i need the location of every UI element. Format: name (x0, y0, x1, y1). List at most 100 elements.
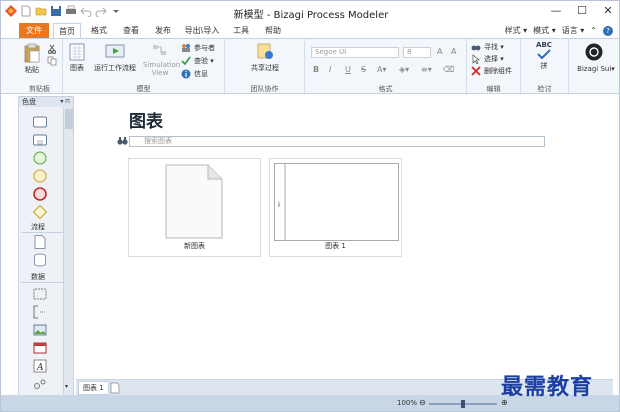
text-shape-icon[interactable]: A (33, 359, 47, 373)
copy-icon[interactable] (47, 56, 57, 66)
spelling-group: ABC 拼 检讨 (521, 39, 569, 95)
cut-icon[interactable] (47, 44, 57, 54)
end-event-icon[interactable] (33, 187, 47, 201)
paste-icon (24, 43, 40, 63)
header-shape-icon[interactable] (33, 341, 47, 355)
binoculars-icon (117, 137, 128, 145)
bizagi-suite-label[interactable]: Bizagi Sui▾ (571, 65, 619, 73)
styles-menu[interactable]: 样式 ▾ (505, 25, 528, 36)
title-bar: 新模型 - Bizagi Process Modeler — ☐ ✕ (1, 1, 619, 23)
minimize-icon[interactable]: — (543, 1, 569, 21)
font-color-icon[interactable]: A▾ (377, 65, 387, 74)
clear-format-icon[interactable]: ⌫ (443, 65, 454, 74)
simulation-view-button[interactable]: Simulation View (143, 43, 180, 77)
palette-scrollbar[interactable] (63, 107, 73, 395)
scroll-thumb[interactable] (65, 109, 73, 129)
delete-x-icon (471, 66, 481, 76)
abc-label: ABC (536, 41, 552, 49)
task-shape-icon[interactable] (33, 115, 47, 129)
spell-check-icon (537, 49, 551, 59)
new-diagram-card[interactable]: 新图表 (128, 158, 261, 257)
zoom-level: 100% (397, 399, 418, 407)
shape-palette: 色盘 ▾ ⊓ 流程 数据 A ▾ (18, 96, 74, 396)
collapse-ribbon-icon[interactable]: ⌃ (590, 26, 597, 35)
shrink-font-icon[interactable]: A (451, 47, 456, 56)
edit-group: 寻找 ▾ 选择 ▾ 删除组件 编辑 (467, 39, 521, 95)
tab-publish[interactable]: 发布 (149, 23, 177, 38)
diagram-icon (69, 43, 85, 61)
clipboard-group: 粘贴 剪贴板 (17, 39, 63, 95)
find-button[interactable]: 寻找 ▾ (471, 42, 504, 52)
tab-view[interactable]: 查看 (117, 23, 145, 38)
intermediate-event-icon[interactable] (33, 169, 47, 183)
palette-header: 色盘 ▾ ⊓ (19, 97, 73, 107)
group-shape-icon[interactable] (33, 287, 47, 301)
diagram-button[interactable]: 图表 (67, 43, 87, 73)
tab-file[interactable]: 文件 (19, 23, 49, 38)
spelling-button[interactable]: ABC 拼 (529, 41, 559, 71)
start-event-icon[interactable] (33, 151, 47, 165)
window-controls: — ☐ ✕ (543, 1, 619, 21)
image-icon[interactable] (33, 323, 47, 337)
zoom-slider-thumb[interactable] (461, 400, 465, 408)
collaboration-group-label: 团队协作 (250, 85, 279, 93)
search-diagrams-input[interactable]: 搜索图表 (117, 136, 545, 147)
language-menu[interactable]: 语言 ▾ (562, 25, 585, 36)
svg-text:i: i (278, 201, 280, 209)
subprocess-shape-icon[interactable] (33, 133, 47, 147)
data-object-icon[interactable] (33, 235, 47, 249)
tab-tools[interactable]: 工具 (227, 23, 255, 38)
share-process-button[interactable]: 共享过程 (241, 43, 289, 73)
close-icon[interactable]: ✕ (595, 1, 619, 21)
modes-menu[interactable]: 模式 ▾ (533, 25, 556, 36)
window-title: 新模型 - Bizagi Process Modeler (233, 10, 389, 21)
font-size-select[interactable]: 8 (403, 47, 431, 58)
ribbon-tabs: 文件 首页 格式 查看 发布 导出\导入 工具 帮助 样式 ▾ 模式 ▾ 语言 … (1, 23, 619, 38)
tab-home[interactable]: 首页 (53, 23, 81, 38)
run-workflow-button[interactable]: 运行工作流程 (91, 43, 139, 73)
zoom-out-icon[interactable]: ⊖ (419, 398, 426, 407)
fill-color-icon[interactable]: ◈▾ (399, 65, 409, 74)
model-group: 图表 运行工作流程 Simulation View 参与者 查验 ▾ 信息 模型 (63, 39, 225, 95)
watermark: 最需教育 (501, 374, 594, 400)
app-window: 新模型 - Bizagi Process Modeler — ☐ ✕ 文件 首页… (0, 0, 620, 412)
check-icon (181, 56, 191, 66)
align-icon[interactable]: ≡▾ (421, 65, 432, 74)
delete-component-button[interactable]: 删除组件 (471, 66, 512, 76)
check-button[interactable]: 查验 ▾ (181, 56, 214, 66)
edit-group-label: 编辑 (486, 85, 501, 93)
card-label: 图表 1 (325, 242, 346, 250)
run-workflow-icon (105, 44, 125, 58)
card-label: 新图表 (184, 242, 205, 250)
format-group: Segoe UI 8 A A B I U S A▾ ◈▾ ≡▾ ⌫ 格式 (305, 39, 467, 95)
help-icon[interactable]: ? (603, 25, 613, 36)
font-family-select[interactable]: Segoe UI (311, 47, 399, 58)
grow-font-icon[interactable]: A (437, 47, 442, 56)
participants-button[interactable]: 参与者 (181, 43, 215, 53)
info-button[interactable]: 信息 (181, 69, 208, 79)
tab-export-import[interactable]: 导出\导入 (181, 23, 223, 38)
tab-help[interactable]: 帮助 (259, 23, 287, 38)
tab-format[interactable]: 格式 (85, 23, 113, 38)
format-group-label: 格式 (378, 85, 393, 93)
strikethrough-button[interactable]: S (361, 65, 366, 74)
collaboration-group: 共享过程 团队协作 (225, 39, 305, 95)
data-store-icon[interactable] (33, 253, 47, 267)
bold-button[interactable]: B (313, 65, 319, 74)
spelling-group-label: 检讨 (537, 85, 552, 93)
paste-button[interactable]: 粘贴 (21, 43, 43, 75)
bizagi-suite-icon[interactable] (585, 43, 603, 61)
maximize-icon[interactable]: ☐ (569, 1, 595, 21)
zoom-slider[interactable] (429, 400, 497, 408)
doc-tab-diagram-1[interactable]: 图表 1 (78, 381, 109, 395)
underline-button[interactable]: U (345, 65, 351, 74)
new-tab-icon[interactable] (110, 382, 120, 394)
annotation-icon[interactable] (33, 305, 47, 319)
pin-icon[interactable]: ▾ ⊓ (60, 97, 70, 107)
gateway-shape-icon[interactable] (33, 205, 47, 219)
diagram-1-card[interactable]: i 图表 1 (269, 158, 402, 257)
connector-icon[interactable] (33, 377, 47, 391)
italic-button[interactable]: I (329, 65, 331, 74)
select-button[interactable]: 选择 ▾ (471, 54, 504, 64)
palette-scroll-down-icon[interactable]: ▾ (65, 383, 68, 390)
